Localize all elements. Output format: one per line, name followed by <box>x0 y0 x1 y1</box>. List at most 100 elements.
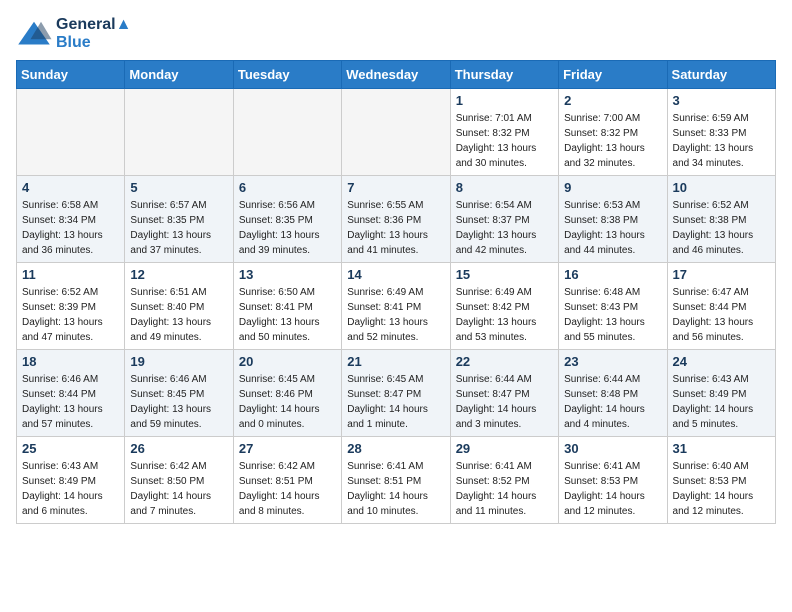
page-header: General▲ Blue <box>16 16 776 52</box>
day-number: 14 <box>347 267 444 282</box>
day-info: Sunrise: 6:52 AMSunset: 8:39 PMDaylight:… <box>22 285 119 345</box>
logo-icon <box>16 20 52 48</box>
weekday-header-wednesday: Wednesday <box>342 61 450 89</box>
day-number: 3 <box>673 93 770 108</box>
calendar-cell: 9 Sunrise: 6:53 AMSunset: 8:38 PMDayligh… <box>559 176 667 263</box>
day-info: Sunrise: 6:41 AMSunset: 8:52 PMDaylight:… <box>456 459 553 519</box>
weekday-header-saturday: Saturday <box>667 61 775 89</box>
day-number: 21 <box>347 354 444 369</box>
calendar-cell: 11 Sunrise: 6:52 AMSunset: 8:39 PMDaylig… <box>17 263 125 350</box>
day-info: Sunrise: 6:56 AMSunset: 8:35 PMDaylight:… <box>239 198 336 258</box>
day-number: 15 <box>456 267 553 282</box>
day-info: Sunrise: 6:43 AMSunset: 8:49 PMDaylight:… <box>22 459 119 519</box>
calendar-cell: 21 Sunrise: 6:45 AMSunset: 8:47 PMDaylig… <box>342 350 450 437</box>
day-info: Sunrise: 6:58 AMSunset: 8:34 PMDaylight:… <box>22 198 119 258</box>
day-number: 5 <box>130 180 227 195</box>
calendar-cell: 8 Sunrise: 6:54 AMSunset: 8:37 PMDayligh… <box>450 176 558 263</box>
day-number: 7 <box>347 180 444 195</box>
calendar-week-row: 1 Sunrise: 7:01 AMSunset: 8:32 PMDayligh… <box>17 89 776 176</box>
calendar-cell: 29 Sunrise: 6:41 AMSunset: 8:52 PMDaylig… <box>450 437 558 524</box>
calendar-cell: 12 Sunrise: 6:51 AMSunset: 8:40 PMDaylig… <box>125 263 233 350</box>
day-info: Sunrise: 6:51 AMSunset: 8:40 PMDaylight:… <box>130 285 227 345</box>
day-info: Sunrise: 6:55 AMSunset: 8:36 PMDaylight:… <box>347 198 444 258</box>
day-info: Sunrise: 6:45 AMSunset: 8:47 PMDaylight:… <box>347 372 444 432</box>
day-info: Sunrise: 6:52 AMSunset: 8:38 PMDaylight:… <box>673 198 770 258</box>
day-info: Sunrise: 6:46 AMSunset: 8:45 PMDaylight:… <box>130 372 227 432</box>
day-number: 17 <box>673 267 770 282</box>
calendar-cell: 6 Sunrise: 6:56 AMSunset: 8:35 PMDayligh… <box>233 176 341 263</box>
day-number: 31 <box>673 441 770 456</box>
calendar-cell: 22 Sunrise: 6:44 AMSunset: 8:47 PMDaylig… <box>450 350 558 437</box>
calendar-cell: 25 Sunrise: 6:43 AMSunset: 8:49 PMDaylig… <box>17 437 125 524</box>
day-number: 23 <box>564 354 661 369</box>
day-number: 29 <box>456 441 553 456</box>
day-number: 20 <box>239 354 336 369</box>
weekday-header-thursday: Thursday <box>450 61 558 89</box>
day-number: 25 <box>22 441 119 456</box>
calendar-week-row: 25 Sunrise: 6:43 AMSunset: 8:49 PMDaylig… <box>17 437 776 524</box>
day-number: 22 <box>456 354 553 369</box>
day-info: Sunrise: 6:47 AMSunset: 8:44 PMDaylight:… <box>673 285 770 345</box>
day-info: Sunrise: 6:41 AMSunset: 8:51 PMDaylight:… <box>347 459 444 519</box>
calendar-cell: 3 Sunrise: 6:59 AMSunset: 8:33 PMDayligh… <box>667 89 775 176</box>
day-info: Sunrise: 6:59 AMSunset: 8:33 PMDaylight:… <box>673 111 770 171</box>
day-number: 4 <box>22 180 119 195</box>
day-number: 16 <box>564 267 661 282</box>
calendar-cell: 17 Sunrise: 6:47 AMSunset: 8:44 PMDaylig… <box>667 263 775 350</box>
day-number: 19 <box>130 354 227 369</box>
calendar-cell: 13 Sunrise: 6:50 AMSunset: 8:41 PMDaylig… <box>233 263 341 350</box>
calendar-cell: 4 Sunrise: 6:58 AMSunset: 8:34 PMDayligh… <box>17 176 125 263</box>
day-number: 30 <box>564 441 661 456</box>
day-info: Sunrise: 6:42 AMSunset: 8:50 PMDaylight:… <box>130 459 227 519</box>
calendar-week-row: 4 Sunrise: 6:58 AMSunset: 8:34 PMDayligh… <box>17 176 776 263</box>
calendar-cell <box>342 89 450 176</box>
calendar-cell: 5 Sunrise: 6:57 AMSunset: 8:35 PMDayligh… <box>125 176 233 263</box>
day-number: 1 <box>456 93 553 108</box>
calendar-cell <box>17 89 125 176</box>
day-number: 26 <box>130 441 227 456</box>
weekday-header-sunday: Sunday <box>17 61 125 89</box>
calendar-cell: 28 Sunrise: 6:41 AMSunset: 8:51 PMDaylig… <box>342 437 450 524</box>
day-number: 9 <box>564 180 661 195</box>
day-number: 27 <box>239 441 336 456</box>
logo: General▲ Blue <box>16 16 131 52</box>
calendar-cell: 26 Sunrise: 6:42 AMSunset: 8:50 PMDaylig… <box>125 437 233 524</box>
day-info: Sunrise: 6:42 AMSunset: 8:51 PMDaylight:… <box>239 459 336 519</box>
calendar-cell: 24 Sunrise: 6:43 AMSunset: 8:49 PMDaylig… <box>667 350 775 437</box>
day-info: Sunrise: 7:00 AMSunset: 8:32 PMDaylight:… <box>564 111 661 171</box>
day-number: 13 <box>239 267 336 282</box>
calendar-cell: 27 Sunrise: 6:42 AMSunset: 8:51 PMDaylig… <box>233 437 341 524</box>
weekday-header-row: SundayMondayTuesdayWednesdayThursdayFrid… <box>17 61 776 89</box>
calendar: SundayMondayTuesdayWednesdayThursdayFrid… <box>16 60 776 524</box>
day-info: Sunrise: 6:44 AMSunset: 8:47 PMDaylight:… <box>456 372 553 432</box>
day-info: Sunrise: 6:57 AMSunset: 8:35 PMDaylight:… <box>130 198 227 258</box>
day-info: Sunrise: 6:49 AMSunset: 8:42 PMDaylight:… <box>456 285 553 345</box>
weekday-header-friday: Friday <box>559 61 667 89</box>
day-number: 24 <box>673 354 770 369</box>
calendar-cell: 30 Sunrise: 6:41 AMSunset: 8:53 PMDaylig… <box>559 437 667 524</box>
day-info: Sunrise: 6:48 AMSunset: 8:43 PMDaylight:… <box>564 285 661 345</box>
day-number: 8 <box>456 180 553 195</box>
weekday-header-monday: Monday <box>125 61 233 89</box>
day-info: Sunrise: 6:50 AMSunset: 8:41 PMDaylight:… <box>239 285 336 345</box>
calendar-cell: 15 Sunrise: 6:49 AMSunset: 8:42 PMDaylig… <box>450 263 558 350</box>
day-info: Sunrise: 6:46 AMSunset: 8:44 PMDaylight:… <box>22 372 119 432</box>
calendar-cell: 2 Sunrise: 7:00 AMSunset: 8:32 PMDayligh… <box>559 89 667 176</box>
day-number: 10 <box>673 180 770 195</box>
calendar-cell: 14 Sunrise: 6:49 AMSunset: 8:41 PMDaylig… <box>342 263 450 350</box>
day-number: 18 <box>22 354 119 369</box>
day-info: Sunrise: 6:54 AMSunset: 8:37 PMDaylight:… <box>456 198 553 258</box>
day-number: 11 <box>22 267 119 282</box>
calendar-cell: 1 Sunrise: 7:01 AMSunset: 8:32 PMDayligh… <box>450 89 558 176</box>
calendar-cell: 31 Sunrise: 6:40 AMSunset: 8:53 PMDaylig… <box>667 437 775 524</box>
calendar-cell: 7 Sunrise: 6:55 AMSunset: 8:36 PMDayligh… <box>342 176 450 263</box>
calendar-cell <box>125 89 233 176</box>
day-number: 2 <box>564 93 661 108</box>
logo-text: General▲ Blue <box>56 16 131 52</box>
calendar-cell: 10 Sunrise: 6:52 AMSunset: 8:38 PMDaylig… <box>667 176 775 263</box>
calendar-cell: 19 Sunrise: 6:46 AMSunset: 8:45 PMDaylig… <box>125 350 233 437</box>
day-number: 6 <box>239 180 336 195</box>
day-info: Sunrise: 6:40 AMSunset: 8:53 PMDaylight:… <box>673 459 770 519</box>
weekday-header-tuesday: Tuesday <box>233 61 341 89</box>
day-info: Sunrise: 7:01 AMSunset: 8:32 PMDaylight:… <box>456 111 553 171</box>
